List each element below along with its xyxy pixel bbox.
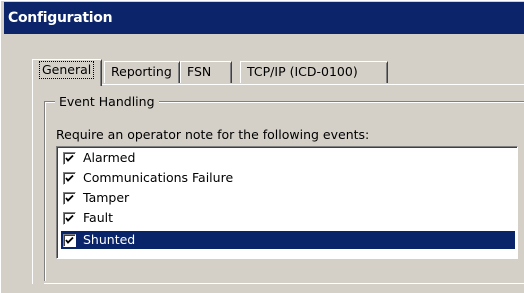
list-item-communications-failure[interactable]: Communications Failure [61, 169, 515, 187]
tab-reporting[interactable]: Reporting [104, 61, 180, 83]
item-label: Alarmed [83, 150, 136, 165]
operator-note-prompt: Require an operator note for the followi… [56, 127, 370, 142]
tab-fsn[interactable]: FSN [180, 61, 232, 83]
checkbox-alarmed[interactable] [63, 152, 76, 165]
item-label: Communications Failure [83, 170, 234, 185]
item-label: Fault [83, 210, 113, 225]
list-item-alarmed[interactable]: Alarmed [61, 149, 515, 167]
item-label: Shunted [83, 232, 136, 247]
checkbox-tamper[interactable] [63, 192, 76, 205]
tab-general[interactable]: General [32, 59, 102, 86]
checkbox-communications-failure[interactable] [63, 172, 76, 185]
tab-label: Reporting [111, 64, 172, 79]
tab-label: FSN [187, 64, 212, 79]
checkbox-fault[interactable] [63, 212, 76, 225]
list-item-fault[interactable]: Fault [61, 209, 515, 227]
checkmark-icon [65, 214, 74, 222]
tab-strip: General Reporting FSN TCP/IP (ICD-0100) [32, 59, 512, 86]
tab-label: General [39, 61, 95, 79]
checkmark-icon [65, 236, 74, 244]
checkmark-icon [65, 174, 74, 182]
list-item-shunted[interactable]: Shunted [61, 231, 515, 249]
checkmark-icon [65, 194, 74, 202]
group-label: Event Handling [55, 94, 159, 109]
list-item-tamper[interactable]: Tamper [61, 189, 515, 207]
tab-label: TCP/IP (ICD-0100) [247, 64, 358, 79]
item-label: Tamper [83, 190, 130, 205]
event-listbox[interactable]: Alarmed Communications Failure Tamper Fa… [56, 146, 518, 259]
panel-divider [44, 283, 524, 284]
title-bar[interactable]: Configuration [4, 2, 524, 34]
checkbox-shunted[interactable] [63, 234, 76, 247]
tab-tcp-ip[interactable]: TCP/IP (ICD-0100) [240, 61, 388, 83]
window-title: Configuration [8, 10, 113, 26]
checkmark-icon [65, 154, 74, 162]
